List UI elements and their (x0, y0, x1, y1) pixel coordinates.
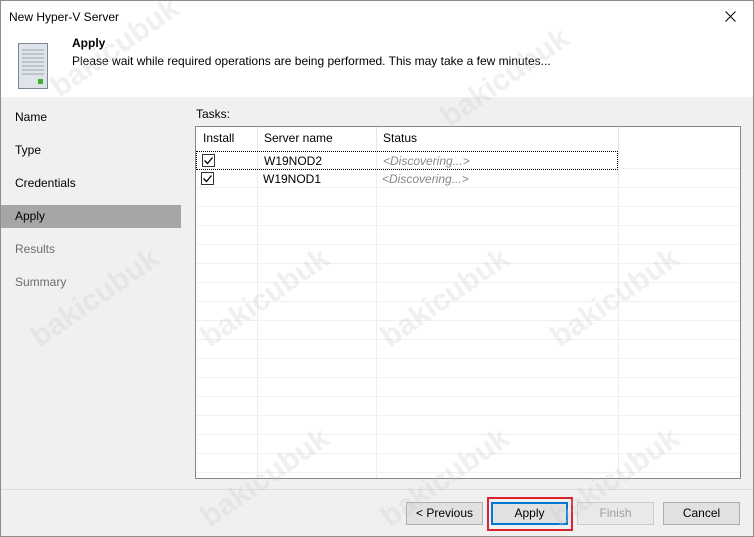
nav-step-name[interactable]: Name (1, 106, 181, 129)
nav-step-summary: Summary (15, 275, 67, 289)
install-checkbox[interactable] (201, 172, 214, 185)
finish-button: Finish (577, 502, 654, 525)
column-header-server-name[interactable]: Server name (257, 127, 377, 149)
status-cell: <Discovering...> (382, 172, 469, 186)
install-checkbox[interactable] (202, 154, 215, 167)
cancel-button[interactable]: Cancel (663, 502, 740, 525)
wizard-header: Apply Please wait while required operati… (1, 33, 753, 97)
nav-step-results: Results (15, 242, 56, 256)
page-description: Please wait while required operations ar… (72, 54, 551, 68)
checkmark-icon (204, 157, 213, 165)
tasks-list-header: Install Server name Status (196, 127, 740, 149)
server-name-cell: W19NOD1 (263, 172, 322, 186)
tasks-label: Tasks: (196, 107, 231, 121)
window-title: New Hyper-V Server (9, 10, 120, 24)
column-divider (618, 127, 619, 478)
page-title: Apply (72, 36, 106, 50)
column-header-status[interactable]: Status (376, 127, 619, 149)
wizard-body: Name Type Credentials Apply Results Summ… (1, 97, 753, 489)
checkmark-icon (203, 175, 212, 183)
nav-step-credentials[interactable]: Credentials (1, 172, 181, 195)
apply-button[interactable]: Apply (491, 502, 568, 525)
column-header-install[interactable]: Install (196, 127, 258, 149)
server-name-cell: W19NOD2 (264, 154, 323, 168)
wizard-step-nav: Name Type Credentials Apply Results Summ… (1, 97, 181, 489)
server-icon (18, 43, 48, 89)
wizard-window: New Hyper-V Server Apply Please wait whi… (0, 0, 754, 537)
nav-step-apply[interactable]: Apply (1, 205, 181, 228)
status-cell: <Discovering...> (383, 154, 470, 168)
title-bar: New Hyper-V Server (1, 1, 753, 33)
tasks-list[interactable]: Install Server name Status W19NOD2 <Disc… (195, 126, 741, 479)
close-button[interactable] (707, 1, 753, 32)
close-icon (724, 11, 736, 22)
table-row[interactable]: W19NOD2 <Discovering...> (196, 151, 618, 170)
previous-button[interactable]: < Previous (406, 502, 483, 525)
nav-step-type[interactable]: Type (1, 139, 181, 162)
wizard-footer: < Previous Apply Finish Cancel (1, 489, 753, 536)
table-row[interactable]: W19NOD1 <Discovering...> (196, 170, 618, 189)
